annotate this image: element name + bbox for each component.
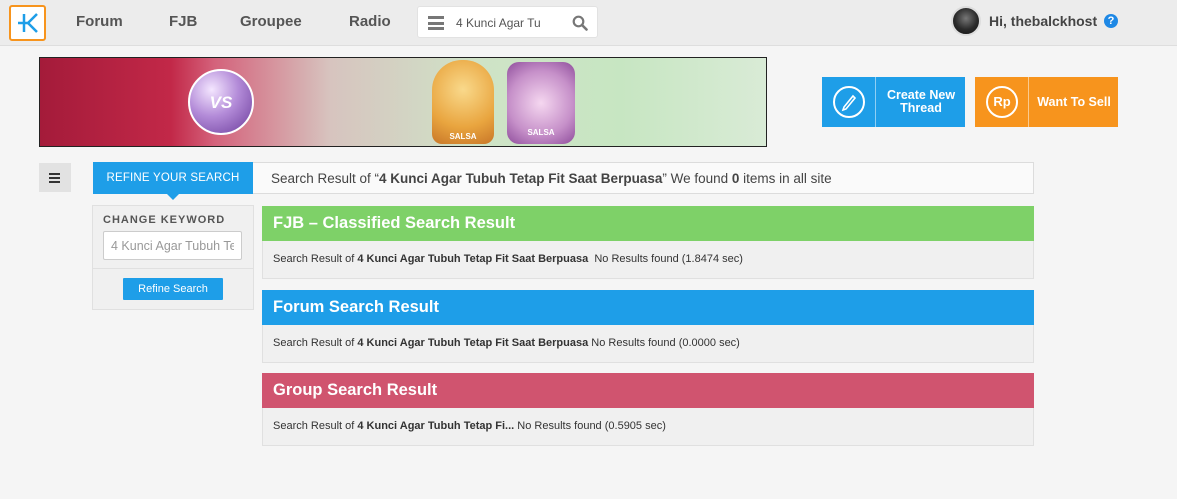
user-greeting[interactable]: Hi, thebalckhost — [989, 13, 1097, 29]
group-result-body: Search Result of 4 Kunci Agar Tubuh Teta… — [262, 408, 1034, 446]
top-navbar: Forum FJB Groupee Radio Hi, thebalckhost… — [0, 0, 1177, 46]
refine-panel: CHANGE KEYWORD Refine Search — [92, 205, 254, 310]
fjb-result-section: FJB – Classified Search Result Search Re… — [262, 206, 1034, 279]
mascot-label: SALSA — [449, 132, 477, 141]
create-new-thread-button[interactable]: Create New Thread — [822, 77, 965, 127]
hamburger-menu-icon[interactable] — [428, 16, 444, 30]
search-summary: Search Result of “4 Kunci Agar Tubuh Tet… — [253, 162, 1034, 194]
user-avatar[interactable] — [951, 6, 981, 36]
rupiah-icon: Rp — [975, 77, 1029, 127]
nav-radio[interactable]: Radio — [349, 13, 391, 30]
group-result-section: Group Search Result Search Result of 4 K… — [262, 373, 1034, 446]
sidebar-toggle-button[interactable] — [39, 163, 71, 192]
kaskus-logo[interactable] — [9, 5, 46, 41]
product-image: SALSA — [507, 62, 575, 144]
group-result-title: Group Search Result — [262, 373, 1034, 408]
promo-banner[interactable]: VS SALSA SALSA — [39, 57, 767, 147]
create-thread-label: Create New Thread — [886, 88, 956, 115]
vs-text: VS — [209, 93, 233, 112]
mascot-image: SALSA — [432, 60, 494, 144]
summary-query: 4 Kunci Agar Tubuh Tetap Fit Saat Berpua… — [379, 171, 663, 186]
search-icon[interactable] — [572, 15, 588, 31]
change-keyword-label: CHANGE KEYWORD — [103, 214, 226, 226]
fjb-result-status: No Results found (1.8474 sec) — [594, 253, 743, 265]
product-label: SALSA — [527, 128, 555, 137]
group-result-status: No Results found (0.5905 sec) — [517, 420, 666, 432]
search-box — [417, 6, 598, 38]
kaskus-k-icon — [18, 13, 38, 33]
refine-search-tab[interactable]: REFINE YOUR SEARCH — [93, 162, 253, 200]
nav-groupee[interactable]: Groupee — [240, 13, 302, 30]
group-result-prefix: Search Result of — [273, 420, 358, 432]
group-result-query: 4 Kunci Agar Tubuh Tetap Fi... — [357, 420, 515, 432]
keyword-input[interactable] — [103, 231, 242, 260]
fjb-result-prefix: Search Result of — [273, 253, 358, 265]
want-to-sell-label: Want To Sell — [1037, 94, 1111, 109]
summary-middle: ” We found — [662, 171, 732, 186]
summary-suffix: items in all site — [739, 171, 832, 186]
forum-result-section: Forum Search Result Search Result of 4 K… — [262, 290, 1034, 363]
panel-divider — [93, 268, 253, 269]
pencil-icon — [822, 77, 876, 127]
summary-prefix: Search Result of “ — [271, 171, 380, 186]
want-to-sell-button[interactable]: Rp Want To Sell — [975, 77, 1118, 127]
vs-badge-icon: VS — [188, 69, 254, 135]
fjb-result-body: Search Result of 4 Kunci Agar Tubuh Teta… — [262, 241, 1034, 279]
fjb-result-query: 4 Kunci Agar Tubuh Tetap Fit Saat Berpua… — [357, 253, 589, 265]
forum-result-prefix: Search Result of — [273, 337, 358, 349]
forum-result-status: No Results found (0.0000 sec) — [591, 337, 740, 349]
forum-result-title: Forum Search Result — [262, 290, 1034, 325]
nav-forum[interactable]: Forum — [76, 13, 123, 30]
search-input[interactable] — [456, 12, 566, 34]
forum-result-query: 4 Kunci Agar Tubuh Tetap Fit Saat Berpua… — [357, 337, 589, 349]
refine-search-button[interactable]: Refine Search — [123, 278, 223, 300]
fjb-result-title: FJB – Classified Search Result — [262, 206, 1034, 241]
forum-result-body: Search Result of 4 Kunci Agar Tubuh Teta… — [262, 325, 1034, 363]
nav-fjb[interactable]: FJB — [169, 13, 197, 30]
help-icon[interactable]: ? — [1104, 14, 1118, 28]
